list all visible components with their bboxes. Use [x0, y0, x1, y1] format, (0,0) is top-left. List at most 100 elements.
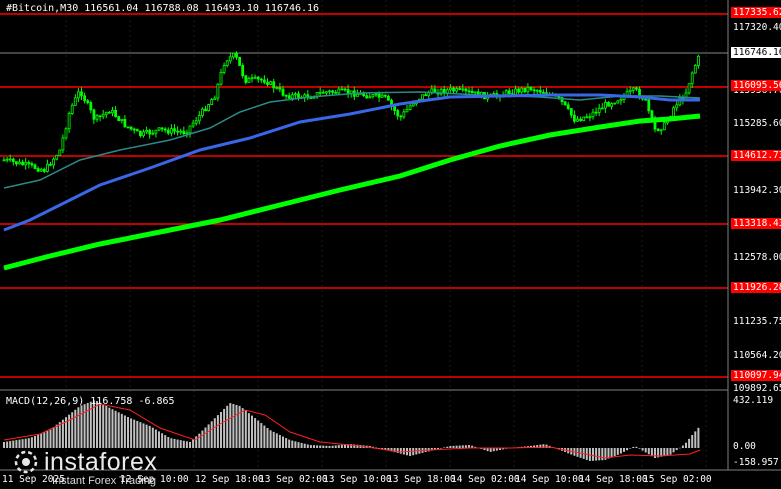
macd-bar — [207, 424, 210, 448]
candle-body — [396, 110, 400, 117]
candle-body — [39, 168, 43, 172]
macd-bar — [213, 418, 216, 448]
macd-bar — [638, 448, 641, 449]
candle-body — [179, 130, 183, 133]
candle-body — [126, 126, 130, 129]
macd-bar — [340, 444, 343, 448]
candle-body — [129, 126, 133, 130]
candle-body — [573, 114, 576, 122]
candle-body — [95, 115, 99, 120]
candle-body — [514, 88, 517, 95]
candle-body — [176, 130, 180, 133]
chart-title: #Bitcoin,M30 116561.04 116788.08 116493.… — [6, 3, 320, 14]
candle-body — [225, 60, 229, 66]
candle-body — [244, 75, 248, 83]
candle-body — [355, 93, 359, 97]
candle-body — [690, 72, 694, 85]
price-axis: 117320.40 115956.70 115285.60 113942.30 … — [729, 0, 781, 470]
level-price-tag: 117335.62 — [731, 7, 781, 18]
macd-bar — [297, 442, 300, 448]
macd-bar — [598, 448, 601, 461]
candle-body — [73, 97, 77, 106]
candle-body — [284, 94, 288, 97]
candle-body — [520, 87, 524, 93]
macd-bar — [83, 404, 86, 448]
candle-body — [461, 88, 465, 91]
candle-body — [616, 100, 620, 104]
candle-body — [452, 87, 455, 92]
macd-bar — [626, 448, 629, 451]
macd-bar — [595, 448, 598, 461]
candle-body — [148, 130, 152, 135]
candle-body — [117, 116, 121, 122]
time-axis-label: 13 Sep 10:00 — [323, 474, 392, 485]
candle-body — [675, 104, 679, 109]
candle-body — [61, 137, 65, 151]
candle-body — [635, 87, 638, 90]
macd-bar — [399, 448, 402, 454]
candle-body — [563, 101, 567, 106]
macd-bar — [672, 448, 675, 453]
candle-body — [250, 77, 254, 80]
candle-body — [55, 154, 59, 160]
level-price-tag: 110097.94 — [731, 370, 781, 381]
candle-body — [49, 163, 52, 166]
candle-body — [523, 87, 527, 93]
level-price-tag: 114612.73 — [731, 150, 781, 161]
candle-body — [467, 90, 471, 93]
candle-body — [21, 161, 25, 166]
candle-body — [247, 77, 251, 83]
candle-body — [662, 122, 666, 131]
time-axis-label: 15 Sep 02:00 — [643, 474, 712, 485]
candle-body — [58, 149, 62, 156]
macd-bar — [610, 448, 613, 458]
candle-body — [287, 95, 291, 99]
candle-body — [529, 86, 533, 91]
logo-tagline: Instant Forex Trading — [52, 475, 156, 487]
candle-body — [656, 128, 660, 132]
time-axis-label: 12 Sep 18:00 — [195, 474, 264, 485]
macd-bar — [241, 408, 244, 448]
macd-bar — [210, 421, 213, 448]
candle-body — [393, 105, 397, 111]
candle-body — [588, 116, 592, 119]
macd-bar — [681, 445, 684, 448]
macd-bar — [161, 433, 164, 448]
candle-body — [266, 81, 269, 85]
candle-body — [238, 56, 242, 66]
time-axis-label: 13 Sep 02:00 — [259, 474, 328, 485]
macd-bar — [173, 438, 176, 448]
macd-bar — [108, 407, 111, 448]
candle-body — [188, 125, 192, 134]
candle-body — [408, 105, 412, 110]
macd-bar — [694, 431, 697, 448]
candle-body — [293, 93, 297, 96]
candle-body — [380, 94, 384, 98]
macd-bar — [74, 409, 77, 448]
price-axis-label: 110564.20 — [733, 350, 781, 361]
macd-bar — [164, 435, 167, 448]
macd-bar — [322, 445, 325, 448]
macd-bar — [309, 445, 312, 448]
candle-body — [334, 92, 338, 94]
macd-bar — [616, 448, 619, 455]
macd-bar — [257, 420, 260, 448]
candle-body — [377, 93, 381, 98]
candle-body — [11, 158, 15, 163]
macd-bar — [179, 440, 182, 448]
candle-body — [371, 94, 375, 98]
price-chart[interactable] — [0, 0, 781, 489]
macd-bar — [96, 401, 98, 448]
candle-body — [331, 90, 335, 93]
candle-body — [464, 88, 468, 92]
candle-body — [8, 158, 12, 161]
candle-body — [27, 162, 31, 165]
candle-body — [228, 56, 232, 62]
macd-bar — [272, 431, 275, 448]
candle-body — [24, 162, 28, 166]
candle-body — [337, 88, 341, 94]
macd-bar — [650, 448, 653, 457]
candle-body — [2, 159, 6, 162]
candle-body — [275, 87, 279, 89]
candle-body — [262, 79, 266, 83]
